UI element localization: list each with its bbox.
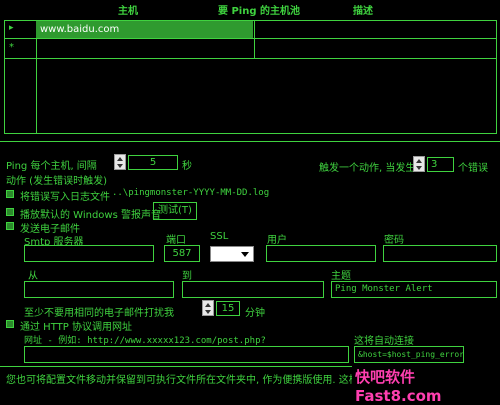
table-row-host-cell[interactable]: www.baidu.com [36,21,253,38]
grid-row-divider [5,58,496,59]
ssl-label: SSL [210,231,229,242]
chevron-down-icon [241,252,249,257]
subject-input[interactable]: Ping Monster Alert [331,281,497,298]
password-input[interactable] [383,245,497,262]
error-count-spinner-icon[interactable] [413,156,425,172]
smtp-server-input[interactable] [24,245,154,262]
subject-label: 主题 [331,271,351,282]
http-checkbox[interactable] [6,320,14,328]
user-input[interactable] [266,245,376,262]
sound-label: 播放默认的 Windows 警报声音 [20,210,161,221]
log-path: ..\pingmonster-YYYY-MM-DD.log [112,188,270,198]
to-label: 到 [182,271,192,282]
from-label: 从 [28,271,38,282]
footer-hint: 您也可将配置文件移动并保留到可执行文件所在文件夹中, 作为便携版使用. 这样, … [6,375,376,386]
trigger-label: 触发一个动作, 当发生 [319,163,416,174]
log-label: 将错误写入日志文件 [20,192,110,203]
http-label: 通过 HTTP 协议调用网址 [20,322,132,333]
interval-unit: 秒 [182,161,192,172]
new-row-marker[interactable]: * [9,42,14,53]
port-input[interactable]: 587 [164,245,200,262]
port-label: 端口 [166,235,186,246]
grid-row-divider [5,38,496,39]
ping-interval-label: Ping 每个主机, 间隔 [6,161,97,172]
ssl-select[interactable] [210,246,254,262]
action-section-label: 动作 (发生错误时触发) [6,176,107,187]
section-divider [0,141,500,142]
test-sound-button[interactable]: 测试(T) [153,202,197,220]
grid-column-divider [254,21,255,59]
url-input[interactable] [24,346,349,363]
autoconnect-label: 这将自动连接 [354,336,414,347]
email-checkbox[interactable] [6,222,14,230]
error-count-unit: 个错误 [458,163,488,174]
min-interval-spinner-icon[interactable] [202,300,214,316]
http-param-input[interactable]: &host=$host_ping_error [354,346,464,363]
sound-checkbox[interactable] [6,208,14,216]
password-label: 密码 [384,235,404,246]
min-interval-unit: 分钟 [245,308,265,319]
interval-spinner-icon[interactable] [114,154,126,170]
interval-input[interactable]: 5 [128,155,178,170]
column-header-host: 主机 [118,6,138,17]
from-input[interactable] [24,281,174,298]
grid-title: 要 Ping 的主机池 [218,6,300,17]
to-input[interactable] [182,281,324,298]
min-interval-input[interactable]: 15 [216,301,240,316]
min-interval-label: 至少不要用相同的电子邮件打扰我 [24,308,174,319]
row-selector-icon[interactable]: ▸ [9,23,14,33]
column-header-description: 描述 [353,6,373,17]
log-checkbox[interactable] [6,190,14,198]
user-label: 用户 [267,235,287,246]
url-example-label: 网址 - 例如: http://www.xxxxx123.com/post.ph… [24,336,266,346]
error-count-input[interactable]: 3 [427,157,454,172]
